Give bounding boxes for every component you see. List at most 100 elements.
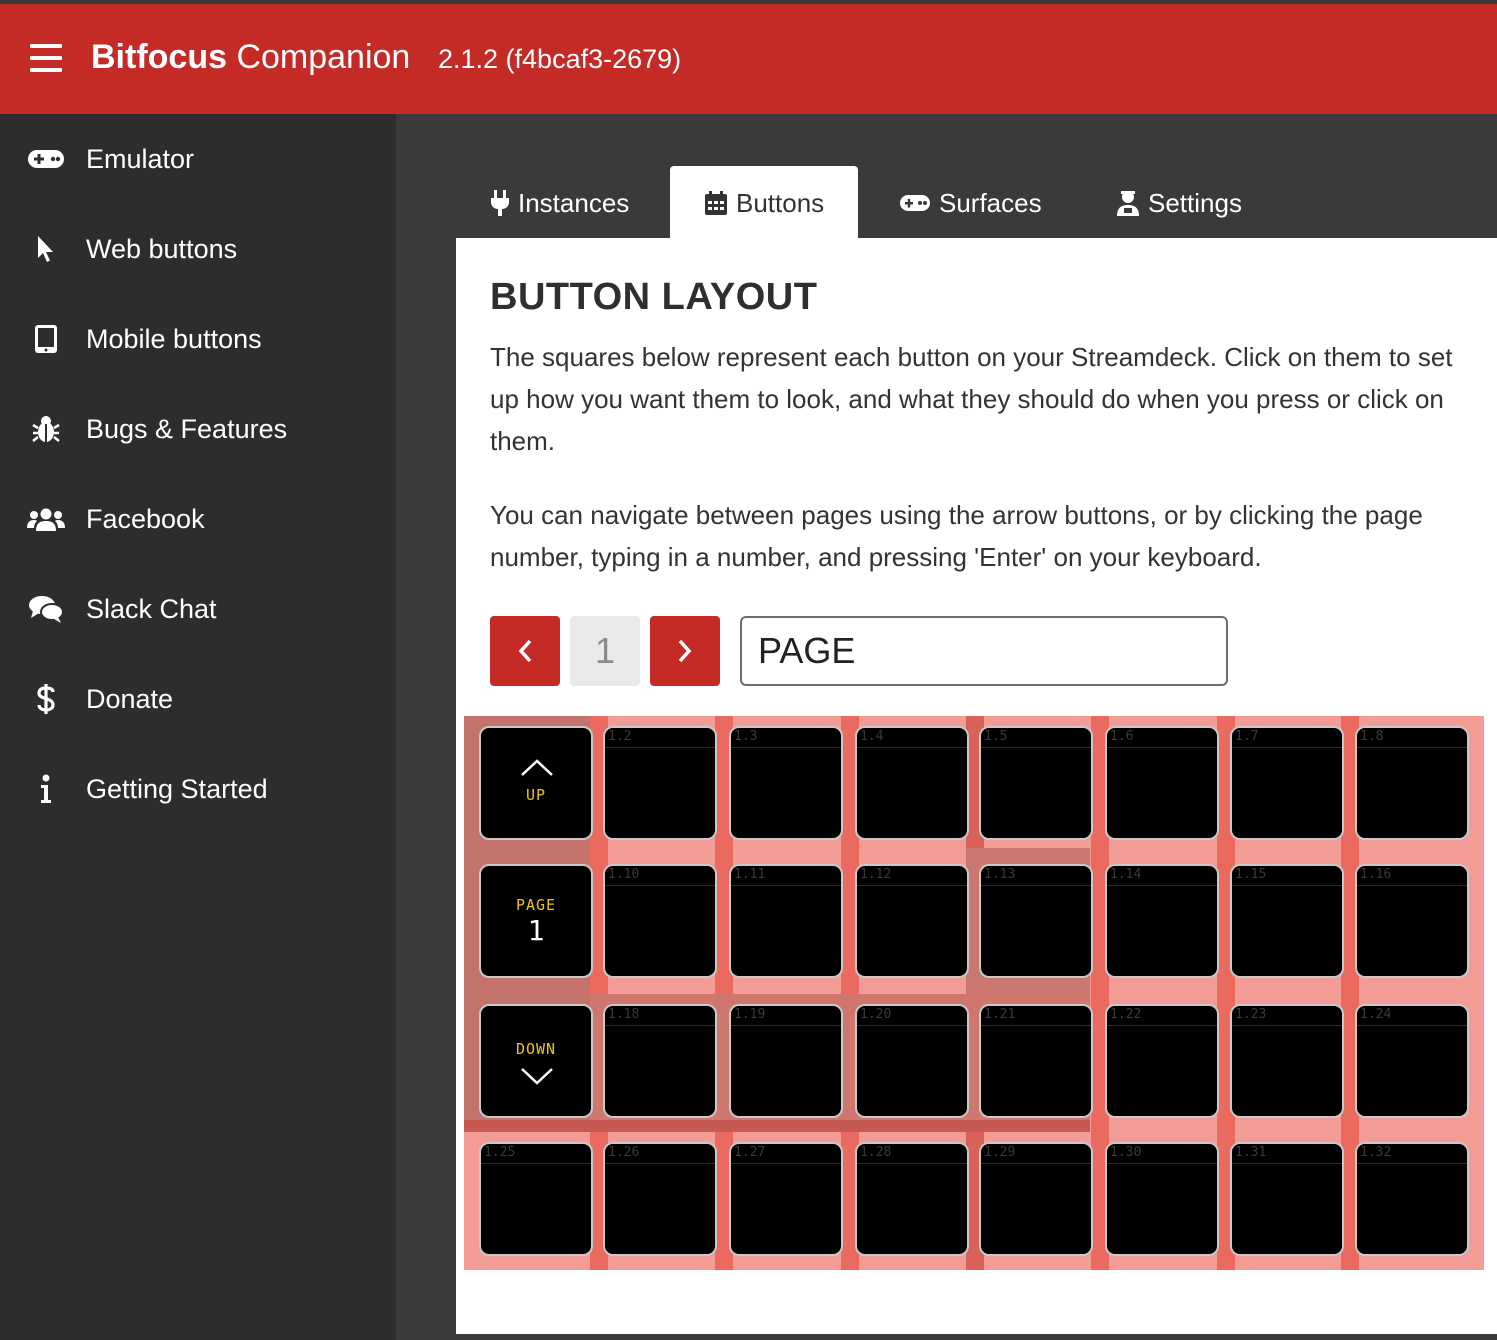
bug-icon — [26, 409, 66, 449]
key-number-label: 1.30 — [1107, 1144, 1217, 1164]
grid-key[interactable]: 1.7 — [1230, 726, 1344, 840]
grid-key[interactable]: 1.20 — [855, 1004, 969, 1118]
sidebar-item-getting-started[interactable]: Getting Started — [0, 744, 396, 834]
buttons-panel: BUTTON LAYOUT The squares below represen… — [456, 238, 1497, 1334]
app-brand[interactable]: Bitfocus Companion — [91, 38, 410, 77]
gamepad-icon — [26, 139, 66, 179]
key-text: UP — [525, 786, 547, 804]
key-number-label: 1.19 — [731, 1006, 841, 1026]
sidebar-item-label: Bugs & Features — [86, 413, 288, 444]
sidebar-item-facebook[interactable]: Facebook — [0, 474, 396, 564]
grid-key[interactable]: 1.23 — [1230, 1004, 1344, 1118]
grid-key[interactable]: 1.11 — [729, 864, 843, 978]
key-number-label: 1.23 — [1232, 1006, 1342, 1026]
grid-key[interactable]: 1.21 — [979, 1004, 1093, 1118]
grid-key[interactable]: 1.19 — [729, 1004, 843, 1118]
page-title: BUTTON LAYOUT — [490, 276, 818, 318]
grid-key[interactable]: 1.15 — [1230, 864, 1344, 978]
grid-key[interactable]: 1.18 — [603, 1004, 717, 1118]
app-header: Bitfocus Companion 2.1.2 (f4bcaf3-2679) — [0, 4, 1497, 114]
grid-key[interactable]: 1.2 — [603, 726, 717, 840]
tab-label: Instances — [518, 187, 630, 218]
dollar-icon — [26, 679, 66, 719]
key-number-label: 1.26 — [605, 1144, 715, 1164]
sidebar-item-emulator[interactable]: Emulator — [0, 114, 396, 204]
grid-key[interactable]: 1.5 — [979, 726, 1093, 840]
tab-settings[interactable]: Settings — [1116, 166, 1242, 240]
pointer-icon — [26, 229, 66, 269]
calendar-icon — [705, 191, 727, 215]
key-number-label: 1.2 — [605, 728, 715, 748]
chevron-left-icon — [518, 639, 532, 663]
brand-rest: Companion — [227, 38, 411, 76]
prev-page-button[interactable] — [490, 616, 560, 686]
key-number-label: 1.3 — [731, 728, 841, 748]
grid-key[interactable]: 1.3 — [729, 726, 843, 840]
grid-key[interactable]: 1.30 — [1105, 1142, 1219, 1256]
sidebar-item-slack-chat[interactable]: Slack Chat — [0, 564, 396, 654]
grid-key[interactable]: 1.12 — [855, 864, 969, 978]
key-page-number: 1 — [527, 914, 545, 947]
tab-instances[interactable]: Instances — [490, 166, 629, 240]
chevron-up-icon — [521, 759, 553, 776]
grid-key[interactable]: 1.14 — [1105, 864, 1219, 978]
grid-key[interactable]: 1.26 — [603, 1142, 717, 1256]
key-number-label: 1.27 — [731, 1144, 841, 1164]
main-tabs: Instances Buttons Surfaces Settings — [456, 166, 1497, 240]
grid-key[interactable]: 1.6 — [1105, 726, 1219, 840]
tab-buttons[interactable]: Buttons — [670, 166, 858, 240]
key-number-label: 1.24 — [1357, 1006, 1467, 1026]
chat-icon — [26, 589, 66, 629]
key-number-label: 1.20 — [857, 1006, 967, 1026]
grid-key[interactable]: 1.32 — [1355, 1142, 1469, 1256]
grid-key[interactable]: 1.24 — [1355, 1004, 1469, 1118]
user-cog-icon — [1117, 191, 1139, 216]
key-number-label: 1.14 — [1107, 866, 1217, 886]
gamepad-icon — [900, 195, 930, 211]
next-page-button[interactable] — [650, 616, 720, 686]
sidebar-item-mobile-buttons[interactable]: Mobile buttons — [0, 294, 396, 384]
sidebar-item-label: Mobile buttons — [86, 323, 262, 354]
grid-key[interactable]: 1.10 — [603, 864, 717, 978]
grid-key[interactable]: 1.22 — [1105, 1004, 1219, 1118]
grid-key[interactable]: 1.8 — [1355, 726, 1469, 840]
key-number-label: 1.21 — [981, 1006, 1091, 1026]
grid-key[interactable]: 1.13 — [979, 864, 1093, 978]
brand-bold: Bitfocus — [91, 38, 227, 76]
page-name-input[interactable] — [740, 616, 1228, 686]
key-number-label: 1.7 — [1232, 728, 1342, 748]
key-number-label: 1.6 — [1107, 728, 1217, 748]
grid-key[interactable]: 1.31 — [1230, 1142, 1344, 1256]
key-number-label: 1.8 — [1357, 728, 1467, 748]
grid-key[interactable]: 1.16 — [1355, 864, 1469, 978]
sidebar-item-web-buttons[interactable]: Web buttons — [0, 204, 396, 294]
key-number-label: 1.25 — [481, 1144, 591, 1164]
page-up-key[interactable]: UP — [479, 726, 593, 840]
grid-key[interactable]: 1.25 — [479, 1142, 593, 1256]
key-text: PAGE — [515, 896, 557, 914]
page-indicator-key[interactable]: PAGE 1 — [479, 864, 593, 978]
grid-key[interactable]: 1.4 — [855, 726, 969, 840]
key-number-label: 1.16 — [1357, 866, 1467, 886]
key-number-label: 1.15 — [1232, 866, 1342, 886]
sidebar-item-label: Getting Started — [86, 773, 268, 804]
page-number[interactable]: 1 — [570, 616, 640, 686]
sidebar-item-donate[interactable]: Donate — [0, 654, 396, 744]
key-number-label: 1.4 — [857, 728, 967, 748]
grid-key[interactable]: 1.27 — [729, 1142, 843, 1256]
sidebar-item-bugs-features[interactable]: Bugs & Features — [0, 384, 396, 474]
tablet-icon — [26, 319, 66, 359]
key-number-label: 1.31 — [1232, 1144, 1342, 1164]
key-number-label: 1.18 — [605, 1006, 715, 1026]
tab-label: Settings — [1148, 187, 1242, 218]
grid-key[interactable]: 1.29 — [979, 1142, 1093, 1256]
sidebar-item-label: Donate — [86, 683, 174, 714]
key-number-label: 1.12 — [857, 866, 967, 886]
key-number-label: 1.29 — [981, 1144, 1091, 1164]
tab-surfaces[interactable]: Surfaces — [899, 166, 1042, 240]
grid-key[interactable]: 1.28 — [855, 1142, 969, 1256]
hamburger-menu-icon[interactable] — [30, 44, 62, 72]
chevron-right-icon — [678, 639, 692, 663]
page-down-key[interactable]: DOWN — [479, 1004, 593, 1118]
key-number-label: 1.32 — [1357, 1144, 1467, 1164]
